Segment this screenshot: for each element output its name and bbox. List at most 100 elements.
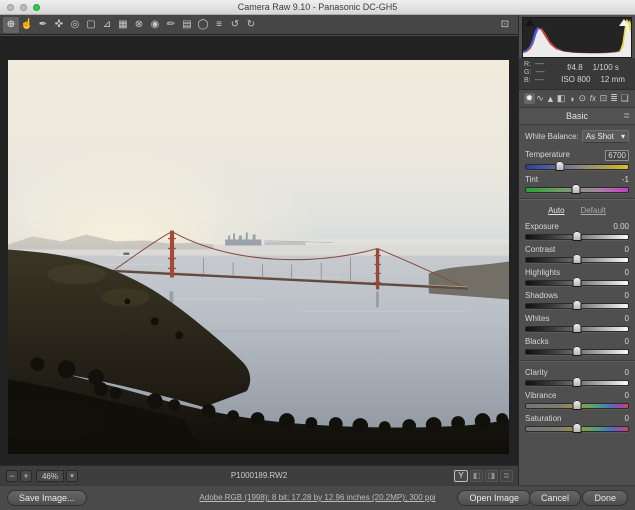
color-sampler-tool[interactable]: ✜ <box>51 17 67 33</box>
straighten-tool[interactable]: ⊿ <box>99 17 115 33</box>
swap-before-after-button[interactable]: ◧ <box>470 470 483 482</box>
spot-removal-tool[interactable]: ⊗ <box>131 17 147 33</box>
zoom-level-select[interactable]: 46% <box>36 470 64 482</box>
exposure-info: f/4.8 1/100 s ISO 800 12 mm <box>556 61 630 85</box>
slider-thumb[interactable] <box>555 161 564 171</box>
slider-thumb[interactable] <box>573 346 582 356</box>
slider-saturation: Saturation0 <box>525 414 629 432</box>
default-link[interactable]: Default <box>581 206 606 215</box>
slider-value[interactable]: 0 <box>613 337 629 346</box>
tab-split-toning[interactable]: ◑ <box>566 93 577 104</box>
preview-mode-toggle[interactable]: Y <box>454 470 468 482</box>
shutter-value: 1/100 s <box>593 63 619 72</box>
slider-thumb[interactable] <box>573 300 582 310</box>
highlight-clipping-icon[interactable] <box>619 19 629 26</box>
rotate-right-tool-icon: ↻ <box>247 19 255 30</box>
slider-vibrance: Vibrance0 <box>525 391 629 409</box>
r-label: R: <box>524 61 531 69</box>
panel-menu-icon[interactable]: ≣ <box>623 111 630 120</box>
shadow-clipping-icon[interactable] <box>525 19 535 26</box>
white-balance-value: As Shot <box>586 132 614 141</box>
slider-thumb[interactable] <box>573 377 582 387</box>
zoom-in-button[interactable]: + <box>20 470 32 482</box>
photo-preview[interactable] <box>8 60 509 454</box>
slider-thumb[interactable] <box>571 184 580 194</box>
tab-lens-corrections[interactable]: ⊙ <box>577 93 588 104</box>
preferences-tool[interactable]: ≡ <box>211 17 227 33</box>
tab-presets[interactable]: ≣ <box>609 93 620 104</box>
minimize-button[interactable] <box>20 4 27 11</box>
adjustment-brush-tool[interactable]: ✏ <box>163 17 179 33</box>
crop-tool[interactable]: ▢ <box>83 17 99 33</box>
preview-preferences-button[interactable]: ≣ <box>500 470 513 482</box>
slider-track[interactable] <box>525 426 629 432</box>
slider-track[interactable] <box>525 403 629 409</box>
adjustments-panel: R:---- G:---- B:---- f/4.8 1/100 s ISO 8… <box>518 15 635 485</box>
slider-track[interactable] <box>525 257 629 263</box>
slider-track[interactable] <box>525 164 629 170</box>
slider-track[interactable] <box>525 349 629 355</box>
tab-basic[interactable]: ✹ <box>524 93 535 104</box>
rotate-right-tool[interactable]: ↻ <box>243 17 259 33</box>
tab-hsl-grayscale[interactable]: ◧ <box>556 93 567 104</box>
slider-value[interactable]: 0 <box>613 414 629 423</box>
zoom-out-button[interactable]: − <box>6 470 18 482</box>
white-balance-label: White Balance: <box>525 132 579 141</box>
hand-tool[interactable]: ☝ <box>19 17 35 33</box>
slider-thumb[interactable] <box>573 231 582 241</box>
slider-thumb[interactable] <box>573 423 582 433</box>
slider-value[interactable]: 6700 <box>605 150 629 161</box>
copy-settings-button[interactable]: ◨ <box>485 470 498 482</box>
slider-track[interactable] <box>525 280 629 286</box>
slider-label: Shadows <box>525 291 558 300</box>
targeted-adjustment-tool[interactable]: ◎ <box>67 17 83 33</box>
fullscreen-toggle-icon[interactable]: ⊡ <box>498 18 512 31</box>
zoom-tool[interactable]: ⊕ <box>3 17 19 33</box>
slider-label: Contrast <box>525 245 555 254</box>
cancel-button[interactable]: Cancel <box>529 490 581 506</box>
slider-track[interactable] <box>525 234 629 240</box>
slider-track[interactable] <box>525 303 629 309</box>
red-eye-tool[interactable]: ◉ <box>147 17 163 33</box>
slider-value[interactable]: 0 <box>613 314 629 323</box>
slider-label: Highlights <box>525 268 560 277</box>
tab-detail[interactable]: ▲ <box>545 93 556 104</box>
slider-value[interactable]: 0 <box>613 368 629 377</box>
slider-thumb[interactable] <box>573 277 582 287</box>
slider-thumb[interactable] <box>573 254 582 264</box>
slider-value[interactable]: 0 <box>613 391 629 400</box>
open-image-button[interactable]: Open Image <box>457 490 531 506</box>
tab-effects[interactable]: fx <box>588 93 599 104</box>
slider-label: Exposure <box>525 222 559 231</box>
tab-snapshots[interactable]: ❏ <box>619 93 630 104</box>
histogram[interactable] <box>522 17 632 58</box>
slider-clarity: Clarity0 <box>525 368 629 386</box>
tab-tone-curve[interactable]: ∿ <box>535 93 546 104</box>
slider-value[interactable]: 0.00 <box>613 222 629 231</box>
slider-value[interactable]: 0 <box>613 291 629 300</box>
slider-value[interactable]: 0 <box>613 268 629 277</box>
slider-value[interactable]: 0 <box>613 245 629 254</box>
tab-camera-calibration[interactable]: ⊡ <box>598 93 609 104</box>
slider-track[interactable] <box>525 326 629 332</box>
transform-tool[interactable]: ▦ <box>115 17 131 33</box>
slider-track[interactable] <box>525 380 629 386</box>
slider-thumb[interactable] <box>573 400 582 410</box>
white-balance-select[interactable]: As Shot ▾ <box>582 130 629 143</box>
camera-info: R:---- G:---- B:---- f/4.8 1/100 s ISO 8… <box>519 58 635 90</box>
divider <box>519 360 635 362</box>
slider-track[interactable] <box>525 187 629 193</box>
zoom-level-caret-icon[interactable]: ▾ <box>66 470 78 482</box>
graduated-filter-tool[interactable]: ▤ <box>179 17 195 33</box>
auto-link[interactable]: Auto <box>548 206 564 215</box>
rotate-left-tool[interactable]: ↺ <box>227 17 243 33</box>
done-button[interactable]: Done <box>582 490 628 506</box>
close-button[interactable] <box>7 4 14 11</box>
slider-whites: Whites0 <box>525 314 629 332</box>
zoom-window-button[interactable] <box>33 4 40 11</box>
white-balance-tool[interactable]: ✒ <box>35 17 51 33</box>
slider-value[interactable]: -1 <box>613 175 629 184</box>
radial-filter-tool[interactable]: ◯ <box>195 17 211 33</box>
toolbar: ⊕☝✒✜◎▢⊿▦⊗◉✏▤◯≡↺ ↻ ⊡ <box>0 15 518 35</box>
slider-thumb[interactable] <box>573 323 582 333</box>
